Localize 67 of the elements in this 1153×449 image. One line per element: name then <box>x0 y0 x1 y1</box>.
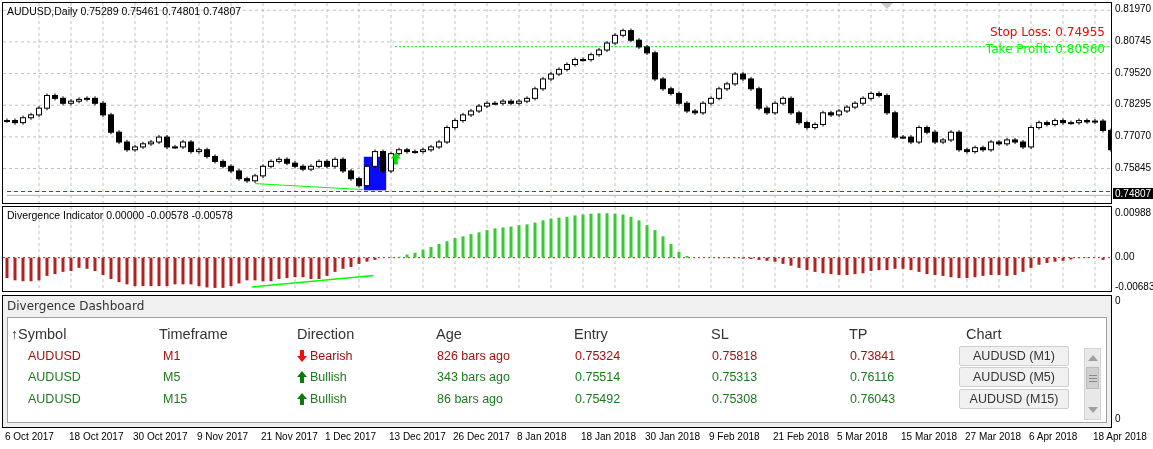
column-header[interactable]: Timeframe <box>159 326 228 342</box>
column-header[interactable]: Symbol <box>18 326 67 342</box>
current-price-tag: 0.74807 <box>1113 188 1153 200</box>
table-cell-text: 343 bars ago <box>436 370 511 385</box>
date-label: 18 Apr 2018 <box>1093 431 1147 442</box>
date-label: 9 Feb 2018 <box>709 431 760 442</box>
price-label: 0.77070 <box>1115 129 1152 141</box>
table-cell-text: AUDUSD <box>27 348 82 363</box>
table-cell-text: 0.75308 <box>711 391 759 406</box>
column-header[interactable]: Direction <box>297 326 355 342</box>
chart-button[interactable]: AUDUSD (M15) <box>959 388 1069 409</box>
column-header[interactable]: Age <box>436 326 462 342</box>
axis-label: 0 <box>1115 413 1122 424</box>
level-label: Take Profit: 0.80560 <box>985 42 1105 56</box>
axis-label: 0 <box>1115 295 1122 306</box>
date-label: 21 Feb 2018 <box>773 431 830 442</box>
price-label: 0.81970 <box>1115 3 1152 15</box>
date-label: 9 Nov 2017 <box>197 431 249 442</box>
table-cell-text: M15 <box>162 391 189 406</box>
date-label: 5 Mar 2018 <box>837 431 888 442</box>
column-header[interactable]: Entry <box>574 326 608 342</box>
date-label: 27 Mar 2018 <box>965 431 1022 442</box>
price-label: 0.78295 <box>1115 98 1152 110</box>
sort-arrow[interactable]: ↑ <box>11 326 18 342</box>
table-cell-text: 0.76116 <box>849 370 896 385</box>
table-cell-text: 0.76043 <box>849 391 897 406</box>
date-label: 30 Oct 2017 <box>133 431 188 442</box>
table-cell-text: M1 <box>162 348 182 363</box>
table-cell-text: 0.75818 <box>711 348 759 363</box>
date-label: 15 Mar 2018 <box>901 431 958 442</box>
table-cell: Bullish <box>310 370 347 385</box>
date-label: 18 Oct 2017 <box>69 431 124 442</box>
date-label: 30 Jan 2018 <box>645 431 701 442</box>
indicator-title: Divergence Indicator 0.00000 -0.00578 -0.00578 <box>7 209 233 221</box>
level-label: Stop Loss: 0.74955 <box>990 25 1105 39</box>
price-label: 0.75845 <box>1115 161 1152 173</box>
table-cell-text: AUDUSD <box>27 370 82 385</box>
column-header[interactable]: Chart <box>966 326 1002 342</box>
date-label: 6 Oct 2017 <box>5 431 54 442</box>
table-cell-text: 0.75324 <box>574 348 622 363</box>
table-cell-text: 0.73841 <box>849 348 897 363</box>
table-cell: Bearish <box>310 348 353 363</box>
table-cell-text: 86 bars ago <box>436 391 505 406</box>
table-cell-text: 0.75492 <box>574 391 622 406</box>
table-cell-text: 0.75514 <box>574 370 622 385</box>
table-cell-text: M5 <box>162 370 182 385</box>
chart-button[interactable]: AUDUSD (M5) <box>959 367 1069 388</box>
date-label: 8 Jan 2018 <box>517 431 567 442</box>
price-label: 0.79520 <box>1115 66 1152 78</box>
date-label: 21 Nov 2017 <box>261 431 318 442</box>
indicator-label: 0.00988 <box>1115 206 1152 218</box>
date-label: 18 Jan 2018 <box>581 431 637 442</box>
table-cell-text: AUDUSD <box>27 391 82 406</box>
chart-title: AUDUSD,Daily 0.75289 0.75461 0.74801 0.74807 <box>7 5 242 17</box>
table-cell-text: 826 bars ago <box>436 348 511 363</box>
table-cell: Bullish <box>310 391 347 406</box>
chart-button[interactable]: AUDUSD (M1) <box>959 345 1069 366</box>
table-cell-text: 0.75313 <box>711 370 759 385</box>
indicator-label: 0.00 <box>1115 250 1135 262</box>
date-label: 1 Dec 2017 <box>325 431 377 442</box>
date-label: 26 Dec 2017 <box>453 431 510 442</box>
date-label: 13 Dec 2017 <box>389 431 446 442</box>
price-label: 0.80745 <box>1115 34 1152 46</box>
date-label: 6 Apr 2018 <box>1029 431 1078 442</box>
column-header[interactable]: TP <box>849 326 868 342</box>
dashboard-title: Divergence Dashboard <box>6 298 146 315</box>
column-header[interactable]: SL <box>711 326 729 342</box>
